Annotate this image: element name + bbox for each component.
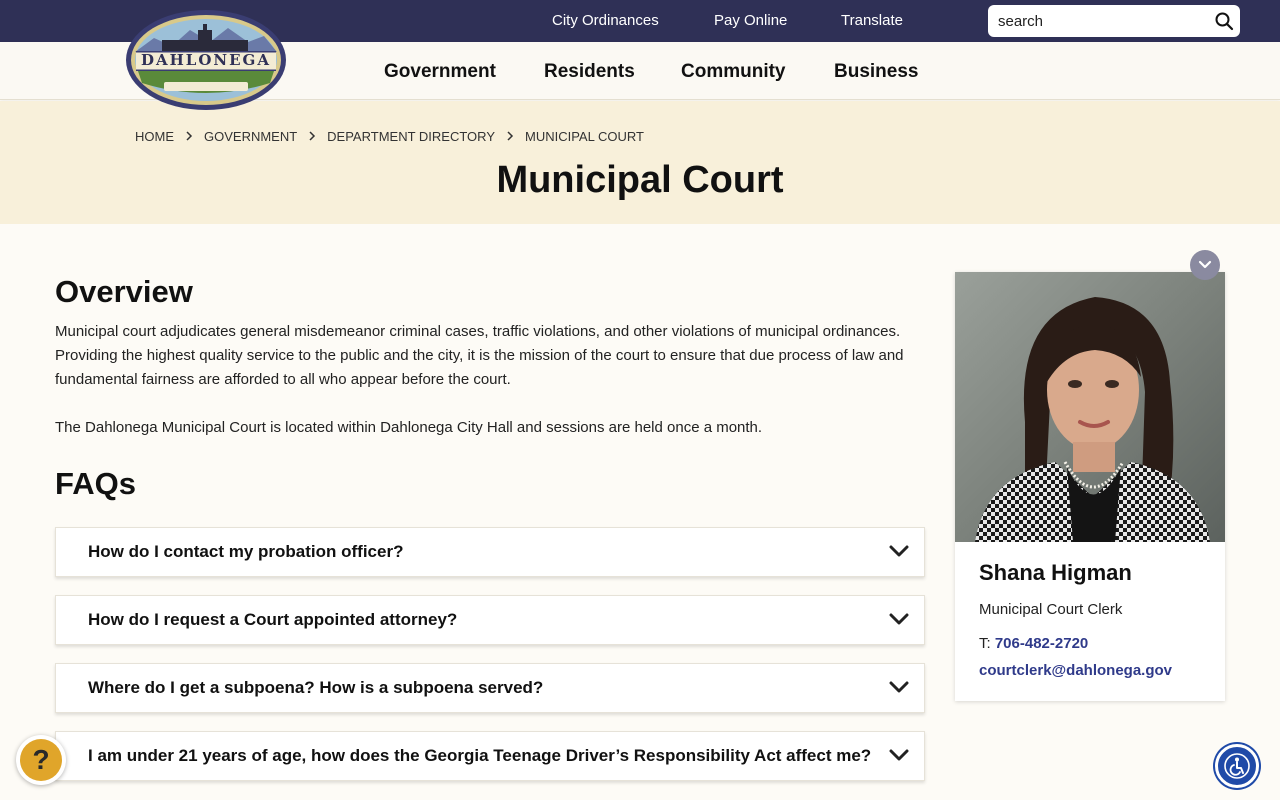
overview-paragraph: Municipal court adjudicates general misd… (55, 323, 904, 388)
page-title: Municipal Court (496, 159, 784, 201)
city-ordinances-link[interactable]: City Ordinances (552, 0, 659, 42)
help-button[interactable]: ? (16, 735, 66, 785)
chevron-down-icon (889, 545, 909, 557)
pay-online-link[interactable]: Pay Online (714, 0, 787, 42)
faq-item[interactable]: How do I contact my probation officer? (55, 527, 925, 577)
overview-heading: Overview (55, 274, 193, 309)
nav-government[interactable]: Government (384, 42, 496, 100)
chevron-right-icon (186, 131, 193, 141)
breadcrumb-current: MUNICIPAL COURT (525, 128, 644, 144)
accessibility-icon (1224, 753, 1250, 779)
search-icon[interactable] (1214, 11, 1234, 31)
breadcrumb: HOME GOVERNMENT DEPARTMENT DIRECTORY MUN… (135, 128, 644, 144)
collapse-toggle-button[interactable] (1190, 250, 1220, 280)
logo-text: DAHLONEGA (140, 51, 272, 69)
search-box (988, 5, 1240, 37)
breadcrumb-department-directory[interactable]: DEPARTMENT DIRECTORY (327, 129, 495, 144)
contact-phone-link[interactable]: 706-482-2720 (995, 635, 1088, 652)
chevron-right-icon (309, 131, 316, 141)
chevron-down-icon (1198, 260, 1212, 269)
contact-name: Shana Higman (979, 560, 1132, 585)
faq-item[interactable]: Where do I get a subpoena? How is a subp… (55, 663, 925, 713)
nav-community[interactable]: Community (681, 42, 786, 100)
contact-role: Municipal Court Clerk (979, 601, 1123, 618)
faq-item[interactable]: How do I request a Court appointed attor… (55, 595, 925, 645)
breadcrumb-home[interactable]: HOME (135, 129, 174, 144)
chevron-right-icon (507, 131, 514, 141)
faq-question: Where do I get a subpoena? How is a subp… (88, 678, 544, 697)
chevron-down-icon (889, 681, 909, 693)
staff-photo (955, 272, 1225, 542)
question-mark-icon: ? (20, 739, 62, 781)
faqs-heading: FAQs (55, 466, 136, 501)
faq-question: How do I contact my probation officer? (88, 542, 404, 561)
contact-card: Shana Higman Municipal Court Clerk T: 70… (955, 272, 1225, 701)
faq-question: I am under 21 years of age, how does the… (88, 746, 872, 765)
translate-link[interactable]: Translate (841, 0, 903, 42)
nav-residents[interactable]: Residents (544, 42, 635, 100)
contact-phone-row: T: 706-482-2720 (979, 635, 1088, 652)
chevron-down-icon (889, 749, 909, 761)
city-logo[interactable]: DAHLONEGA (124, 8, 288, 112)
contact-email-link[interactable]: courtclerk@dahlonega.gov (979, 662, 1172, 679)
search-input[interactable] (998, 5, 1198, 37)
chevron-down-icon (889, 613, 909, 625)
location-paragraph: The Dahlonega Municipal Court is located… (55, 419, 763, 436)
page-header: HOME GOVERNMENT DEPARTMENT DIRECTORY MUN… (0, 101, 1280, 224)
faq-question: How do I request a Court appointed attor… (88, 610, 458, 629)
breadcrumb-government[interactable]: GOVERNMENT (204, 129, 297, 144)
faq-item[interactable]: I am under 21 years of age, how does the… (55, 731, 925, 781)
phone-prefix: T: (979, 635, 991, 652)
accessibility-button[interactable] (1215, 744, 1259, 788)
nav-business[interactable]: Business (834, 42, 918, 100)
